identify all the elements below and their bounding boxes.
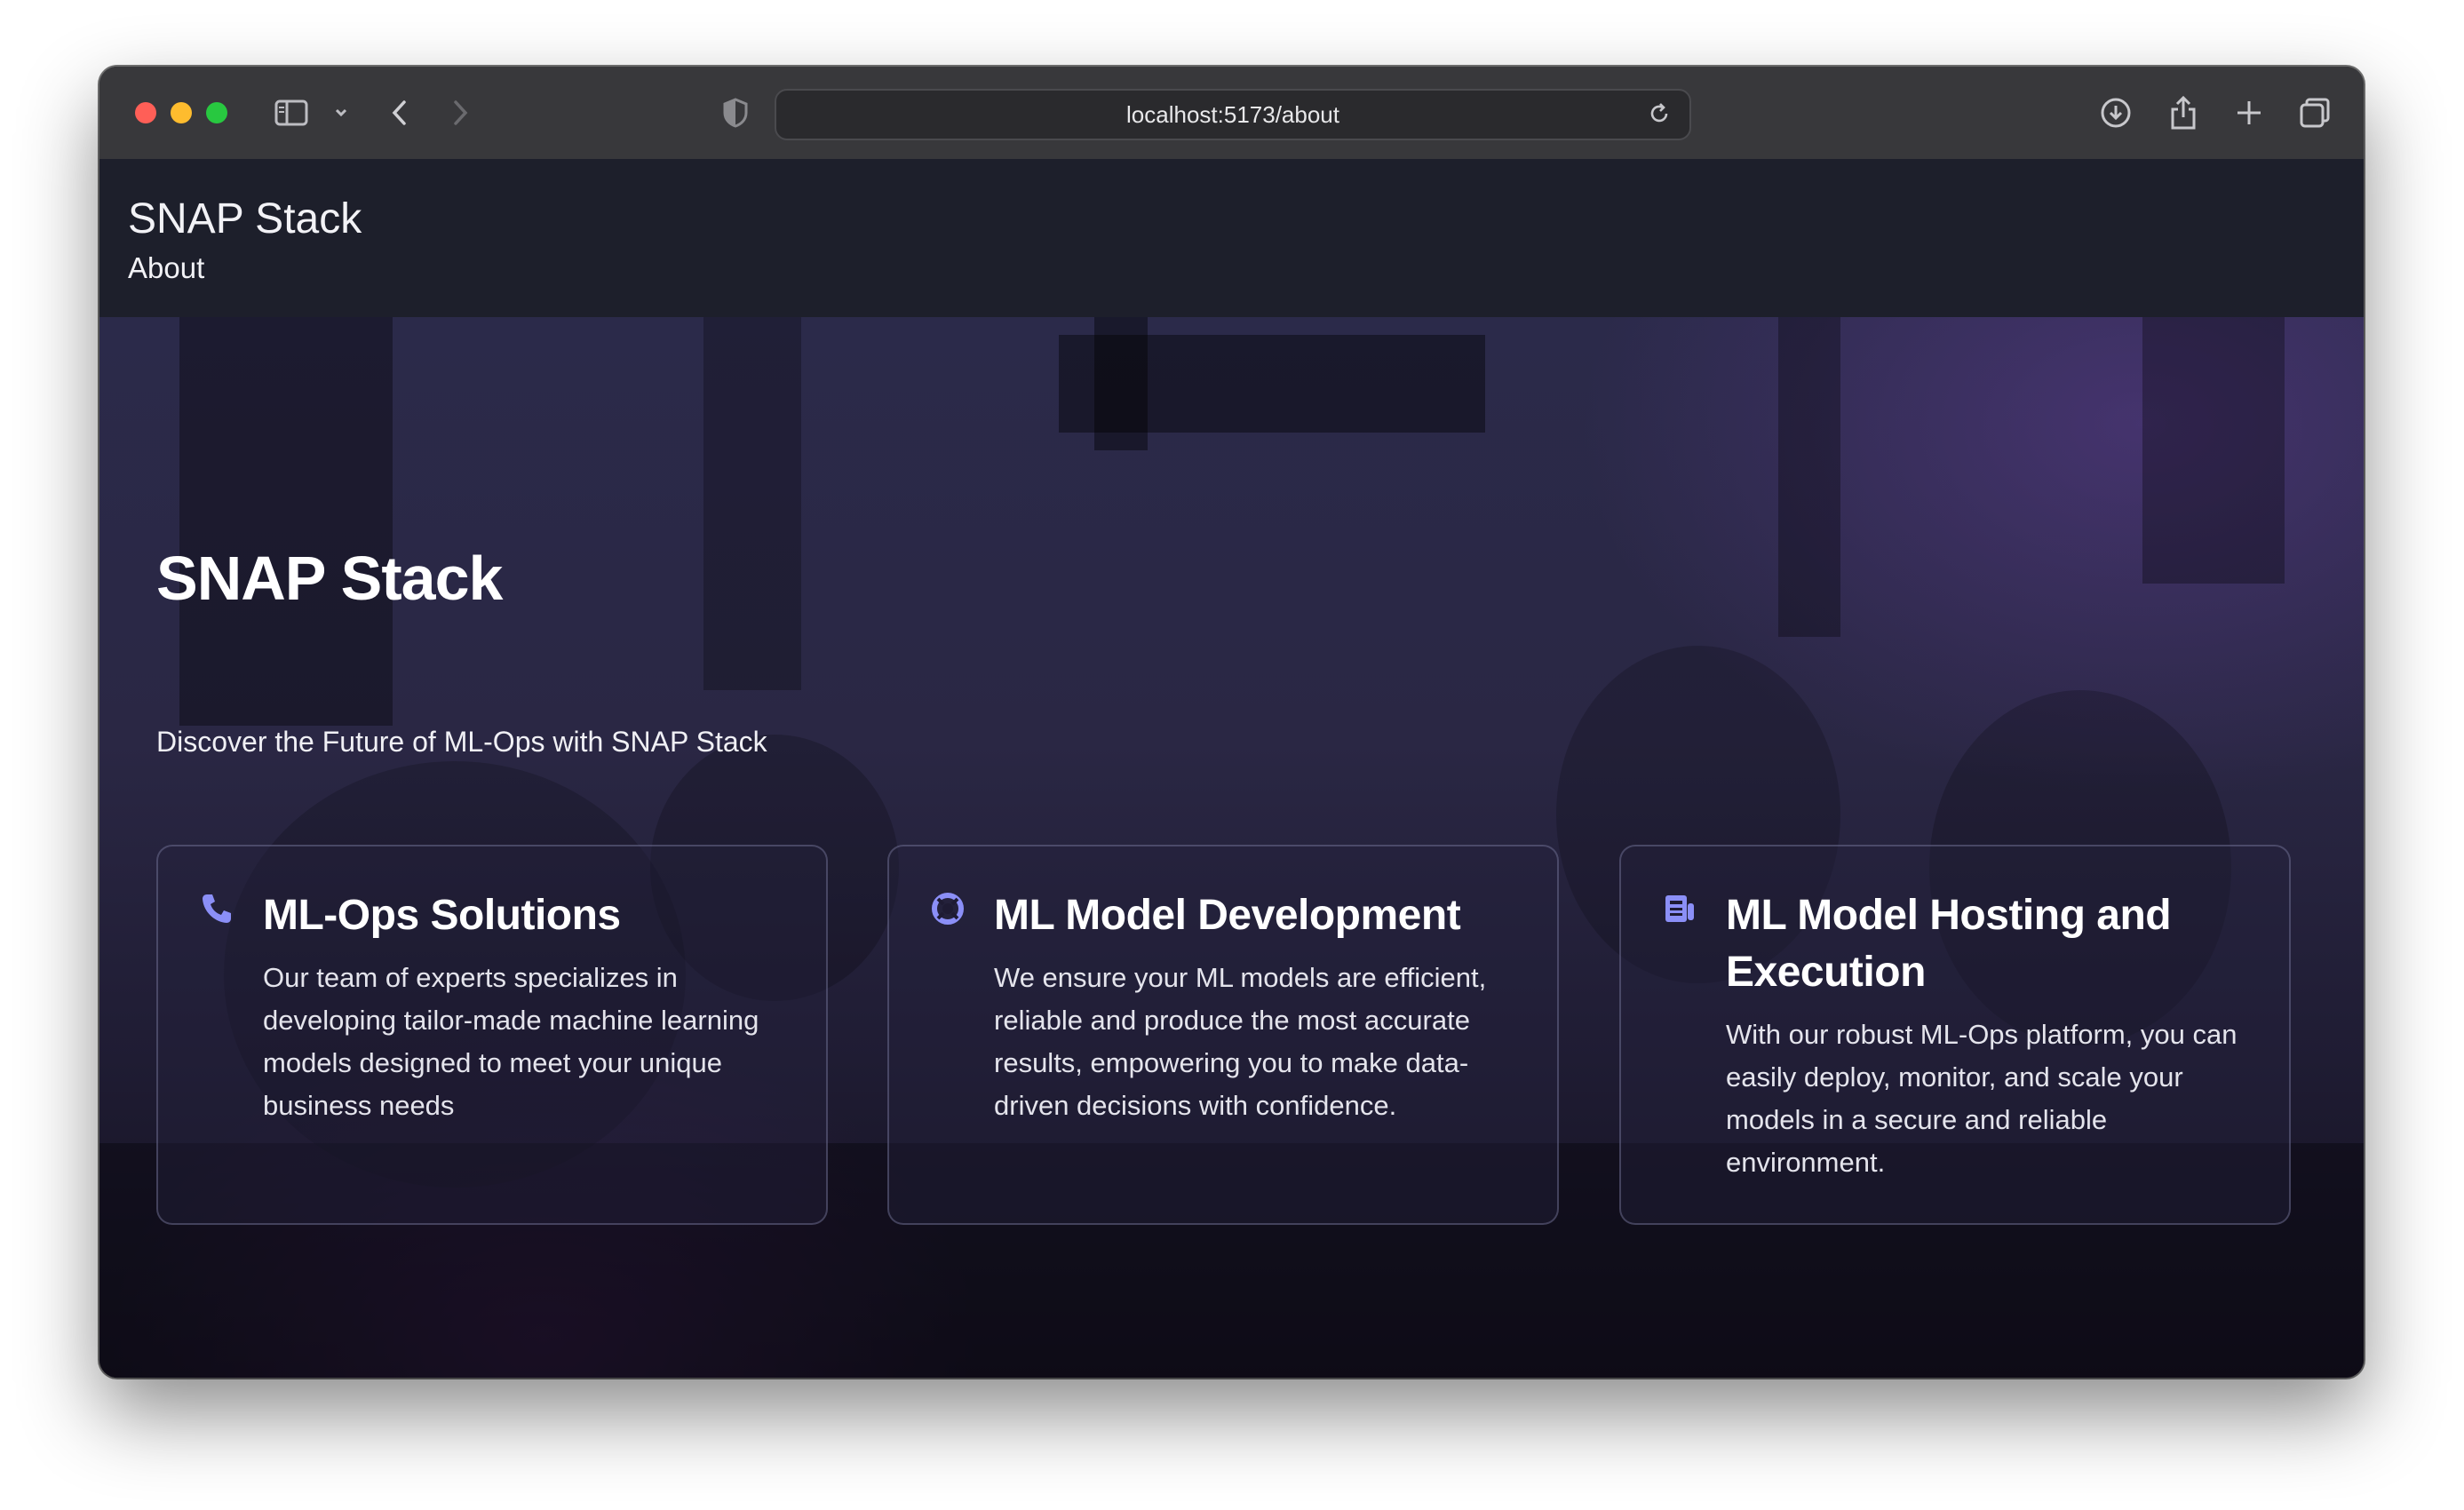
- minimize-window-button[interactable]: [171, 102, 192, 123]
- back-icon[interactable]: [385, 95, 412, 131]
- zoom-window-button[interactable]: [206, 102, 227, 123]
- forward-icon[interactable]: [448, 95, 474, 131]
- chevron-down-icon[interactable]: [332, 95, 350, 131]
- card-description: We ensure your ML models are efficient, …: [994, 962, 1487, 1121]
- hero-title: SNAP Stack: [156, 544, 503, 613]
- shield-icon[interactable]: [719, 95, 751, 131]
- card-title: ML-Ops Solutions: [263, 892, 621, 939]
- card-title: ML Model Hosting and Execution: [1726, 892, 2172, 996]
- browser-window: localhost:5173/about SNAP Stack About SN…: [99, 67, 2364, 1378]
- share-icon[interactable]: [2166, 95, 2201, 131]
- lifebuoy-icon: [930, 891, 966, 926]
- app-title[interactable]: SNAP Stack: [128, 195, 362, 243]
- app-header: SNAP Stack About: [99, 159, 2364, 317]
- card-title: ML Model Development: [994, 892, 1461, 939]
- url-text: localhost:5173/about: [1126, 100, 1339, 128]
- phone-icon: [199, 891, 234, 926]
- address-bar[interactable]: localhost:5173/about: [775, 89, 1691, 140]
- new-tab-icon[interactable]: [2231, 95, 2267, 131]
- feature-card-ml-model-development: ML Model Development We ensure your ML m…: [887, 845, 1559, 1225]
- nav-link-about[interactable]: About: [128, 251, 204, 285]
- hero-subtitle: Discover the Future of ML-Ops with SNAP …: [156, 726, 767, 758]
- feature-card-ml-model-hosting: ML Model Hosting and Execution With our …: [1619, 845, 2291, 1225]
- sidebar-icon[interactable]: [274, 95, 309, 131]
- close-window-button[interactable]: [135, 102, 156, 123]
- browser-toolbar: localhost:5173/about: [99, 67, 2364, 161]
- reload-icon[interactable]: [1647, 101, 1672, 131]
- tabs-overview-icon[interactable]: [2297, 95, 2333, 131]
- download-icon[interactable]: [2098, 95, 2134, 131]
- feature-card-mlops-solutions: ML-Ops Solutions Our team of experts spe…: [156, 845, 828, 1225]
- card-description: With our robust ML-Ops platform, you can…: [1726, 1019, 2237, 1178]
- card-description: Our team of experts specializes in devel…: [263, 962, 759, 1121]
- newspaper-icon: [1662, 891, 1697, 926]
- hero-section: SNAP Stack Discover the Future of ML-Ops…: [99, 317, 2364, 1378]
